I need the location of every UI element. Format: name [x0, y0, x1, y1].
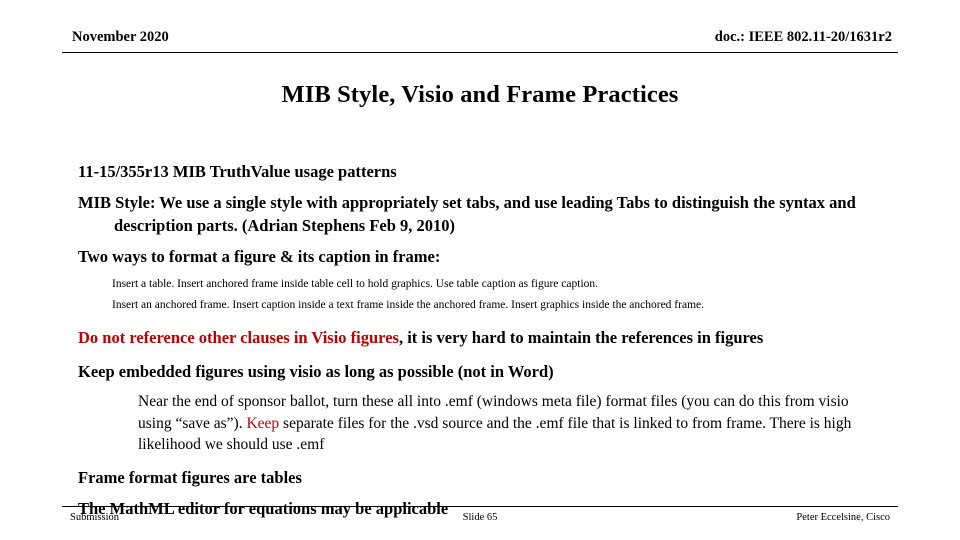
emf-guidance-keep-emphasis: Keep	[246, 414, 280, 432]
footer-author: Peter Eccelsine, Cisco	[796, 512, 890, 523]
header-document-id: doc.: IEEE 802.11-20/1631r2	[714, 29, 892, 45]
bullet-keep-embedded-figures: Keep embedded figures using visio as lon…	[78, 362, 554, 381]
sub-bullet-insert-anchored-frame: Insert an anchored frame. Insert caption…	[112, 299, 704, 311]
sub-bullet-insert-table: Insert a table. Insert anchored frame in…	[112, 278, 599, 290]
slide-footer: Submission Slide 65 Peter Eccelsine, Cis…	[62, 506, 898, 529]
do-not-reference-remainder: , it is very hard to maintain the refere…	[398, 328, 764, 347]
bullet-do-not-reference: Do not reference other clauses in Visio …	[78, 326, 870, 349]
bullet-mib-style: MIB Style: We use a single style with ap…	[78, 193, 856, 235]
do-not-reference-emphasis: Do not reference other clauses in Visio …	[78, 328, 399, 347]
bullet-two-ways-to-format: Two ways to format a figure & its captio…	[78, 247, 441, 266]
slide-title: MIB Style, Visio and Frame Practices	[281, 81, 679, 108]
slide-body: 11-15/355r13 MIB TruthValue usage patter…	[70, 160, 870, 523]
footer-slide-number: Slide 65	[462, 512, 498, 523]
slide-header: November 2020 doc.: IEEE 802.11-20/1631r…	[62, 28, 898, 53]
bullet-frame-format-figures: Frame format figures are tables	[78, 467, 302, 487]
bullet-reference-document: 11-15/355r13 MIB TruthValue usage patter…	[78, 162, 397, 181]
paragraph-emf-guidance: Near the end of sponsor ballot, turn the…	[110, 391, 870, 456]
header-date: November 2020	[72, 29, 169, 45]
